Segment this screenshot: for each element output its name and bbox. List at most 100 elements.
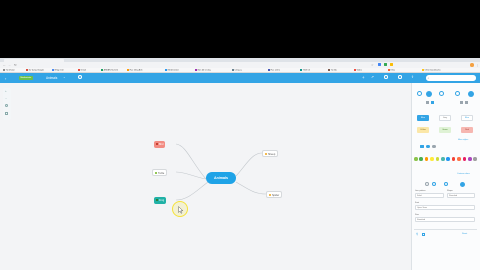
fullscreen-icon[interactable] bbox=[5, 112, 9, 116]
center-map-icon[interactable] bbox=[5, 104, 9, 108]
extension-icon[interactable] bbox=[390, 63, 393, 66]
color-swatch[interactable] bbox=[430, 157, 434, 161]
topic-turtle[interactable]: Turtle bbox=[152, 169, 168, 176]
bookmark-label: Sử dụng Google bbox=[28, 69, 44, 72]
bookmark-item[interactable]: Nhập mới bbox=[52, 68, 64, 72]
topic-bird[interactable]: Bird bbox=[154, 141, 166, 148]
zoom-out-icon[interactable]: − bbox=[5, 96, 7, 100]
panel-tab-icons[interactable] bbox=[439, 91, 444, 96]
map-title[interactable]: Animals bbox=[46, 76, 57, 80]
bold-icon[interactable] bbox=[426, 101, 429, 104]
topic-frog[interactable]: Frog bbox=[154, 197, 167, 204]
more-styles-link[interactable]: More styles bbox=[458, 139, 468, 141]
export-icon[interactable]: ⇧ bbox=[411, 75, 414, 79]
menu-kebab-icon[interactable]: ⋮ bbox=[476, 63, 479, 67]
add-topic-icon[interactable]: + bbox=[362, 75, 365, 80]
style-preset-grey[interactable]: Grey bbox=[439, 115, 451, 121]
share-icon[interactable] bbox=[78, 75, 82, 80]
app-top-bar: ‹ Mindmeister Animals ⌄ + ↗ ⇧ ⌕ bbox=[0, 73, 480, 83]
left-toolbar: + − bbox=[3, 88, 11, 120]
mindmap-canvas[interactable]: Animals Bird Turtle Frog Sheep Spider bbox=[0, 83, 411, 270]
app-badge[interactable]: Mindmeister bbox=[19, 75, 33, 80]
zoom-in-icon[interactable]: + bbox=[5, 89, 7, 93]
bookmark-item[interactable]: Bản đồ tư duy bbox=[195, 68, 211, 72]
back-icon[interactable]: ← bbox=[3, 63, 6, 67]
color-swatch[interactable] bbox=[446, 157, 450, 161]
bookmark-item[interactable]: Công cụ bbox=[232, 68, 243, 72]
color-swatch[interactable] bbox=[414, 157, 418, 161]
color-swatch[interactable] bbox=[451, 157, 456, 161]
align-icon[interactable] bbox=[431, 101, 434, 104]
bookmark-label: Học online bbox=[270, 69, 281, 72]
shape-rounded-icon[interactable] bbox=[426, 145, 430, 148]
border-icon[interactable] bbox=[465, 101, 468, 104]
connector-line bbox=[235, 152, 263, 177]
bookmark-label: Other bookmarks bbox=[424, 69, 441, 72]
bookmark-item[interactable]: Thiết kế bbox=[300, 68, 310, 72]
style-preset-yellow[interactable]: Yellow bbox=[417, 127, 429, 133]
home-icon[interactable]: ‹ bbox=[5, 76, 6, 81]
topic-spider[interactable]: Spider bbox=[266, 191, 283, 198]
history-icon[interactable] bbox=[398, 75, 402, 79]
bookmark-item[interactable]: ASEAN Summit bbox=[101, 68, 119, 72]
shape-icon[interactable] bbox=[460, 101, 463, 104]
bookmark-label: Khác bbox=[390, 69, 396, 72]
central-topic[interactable]: Animals bbox=[206, 172, 236, 184]
topic-label: Frog bbox=[158, 199, 165, 202]
search-input[interactable]: ⌕ bbox=[426, 75, 476, 81]
map-title-dropdown-icon[interactable]: ⌄ bbox=[63, 75, 66, 79]
shape-rectangle-icon[interactable] bbox=[420, 145, 424, 148]
bookmark-item[interactable]: Học tiếng Anh bbox=[127, 68, 143, 72]
style-preset-blue[interactable]: Blue bbox=[417, 115, 429, 121]
color-swatch[interactable] bbox=[457, 157, 461, 161]
bookmark-label: Bản đồ tư duy bbox=[197, 69, 211, 72]
color-swatch[interactable] bbox=[462, 157, 467, 161]
panel-tab-tasks[interactable] bbox=[468, 90, 474, 97]
bookmark-item[interactable]: Tài khoản bbox=[3, 68, 15, 72]
color-swatch[interactable] bbox=[473, 157, 477, 161]
connect-icon[interactable]: ↗ bbox=[371, 75, 374, 79]
style-preset-green[interactable]: Green bbox=[439, 127, 451, 133]
forward-icon[interactable]: → bbox=[8, 63, 11, 67]
extension-icon[interactable] bbox=[384, 63, 387, 66]
topic-label: Spider bbox=[271, 194, 280, 197]
connector-line bbox=[175, 143, 207, 180]
bookmark-item[interactable]: Sử dụng Google bbox=[26, 68, 44, 72]
bookmark-item[interactable]: Video bbox=[354, 68, 362, 72]
bookmark-label: Nhập mới bbox=[54, 69, 64, 72]
bookmark-label: Công cụ bbox=[234, 69, 243, 72]
sheep-icon bbox=[265, 152, 268, 155]
bookmark-item[interactable]: Khác bbox=[388, 68, 396, 72]
frog-icon bbox=[156, 198, 159, 201]
color-swatch[interactable] bbox=[441, 157, 445, 161]
color-swatch[interactable] bbox=[419, 157, 423, 161]
topic-sheep[interactable]: Sheep bbox=[262, 150, 279, 157]
bookmark-item[interactable]: Mindmeister bbox=[165, 68, 179, 72]
bookmark-item[interactable]: Gmail bbox=[78, 68, 86, 72]
bookmark-label: ASEAN Summit bbox=[103, 69, 119, 72]
panel-tab-active[interactable] bbox=[426, 90, 432, 97]
topic-label: Sheep bbox=[267, 153, 276, 156]
color-swatch[interactable] bbox=[435, 157, 440, 161]
bookmark-star-icon[interactable]: ☆ bbox=[371, 63, 374, 67]
search-icon: ⌕ bbox=[427, 75, 430, 80]
bookmark-item[interactable]: Học online bbox=[268, 68, 281, 72]
bookmark-label: Video bbox=[356, 69, 362, 72]
panel-tab-style[interactable] bbox=[417, 91, 422, 96]
style-preset-blue-outline[interactable]: Blue bbox=[461, 115, 473, 121]
bookmark-item[interactable]: Tài liệu bbox=[328, 68, 338, 72]
profile-avatar[interactable] bbox=[470, 63, 474, 67]
extension-icon[interactable] bbox=[378, 63, 381, 66]
shape-cloud-icon[interactable] bbox=[432, 145, 436, 148]
panel-tab-notes[interactable] bbox=[455, 91, 460, 96]
layout-icon[interactable] bbox=[384, 75, 388, 79]
color-swatch[interactable] bbox=[468, 157, 472, 161]
style-preset-red[interactable]: Red bbox=[461, 127, 473, 133]
bookmark-label: Tài liệu bbox=[330, 69, 338, 72]
mouse-cursor-icon bbox=[178, 206, 184, 214]
bookmark-item[interactable]: Other bookmarks bbox=[422, 68, 441, 72]
reload-icon[interactable]: ↻ bbox=[14, 63, 17, 67]
connector-line bbox=[175, 181, 209, 201]
color-swatch[interactable] bbox=[424, 157, 429, 161]
bookmark-label: Mindmeister bbox=[167, 69, 179, 72]
